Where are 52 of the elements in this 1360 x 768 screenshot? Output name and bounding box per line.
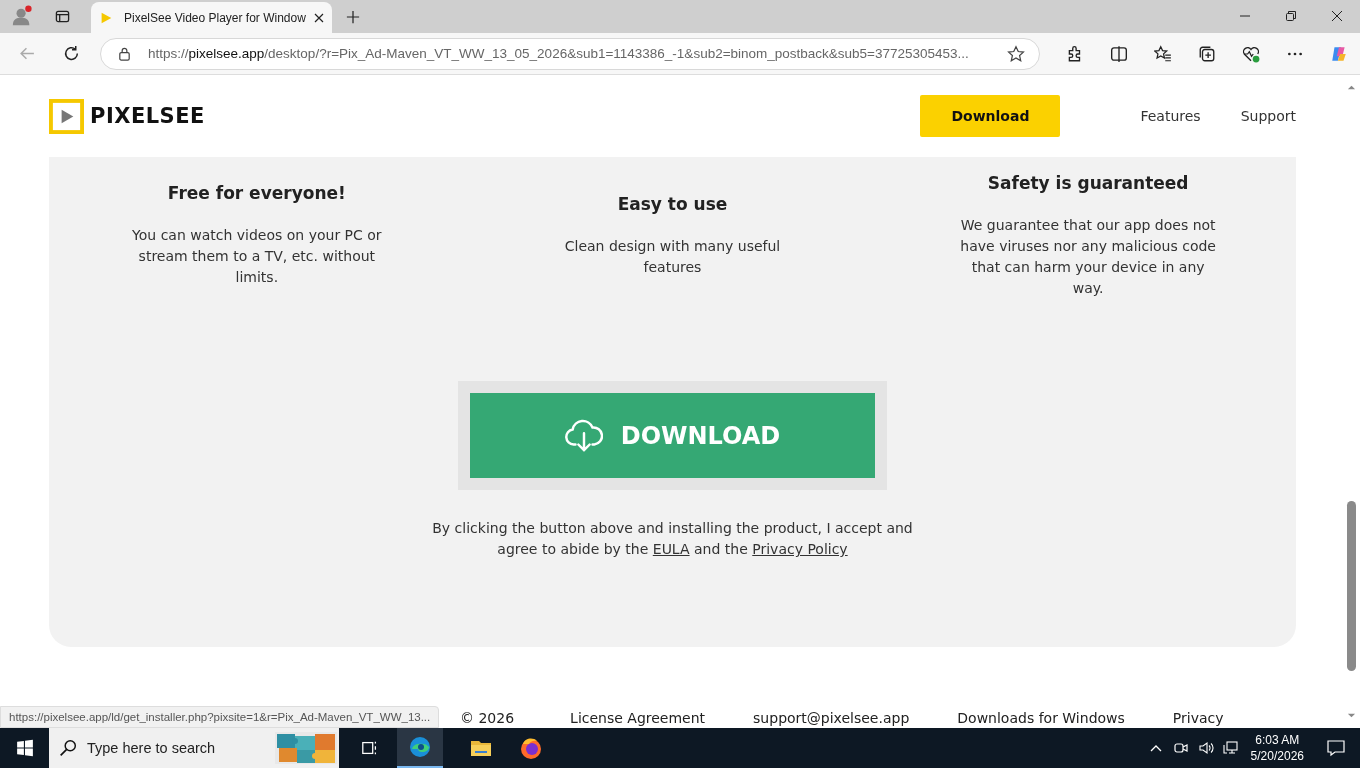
lock-icon[interactable] bbox=[117, 46, 132, 61]
logo-icon bbox=[49, 98, 84, 134]
collections-icon[interactable] bbox=[1198, 44, 1216, 63]
address-field[interactable]: https://pixelsee.app/desktop/?r=Pix_Ad-Maven_VT_WW_13_05_2026&sub1=1143386_-1&sub2=binom_postback&sub5=37725305453... bbox=[100, 37, 1040, 70]
camera-icon[interactable] bbox=[1172, 740, 1189, 756]
volume-icon[interactable] bbox=[1197, 740, 1214, 756]
tab-actions-icon[interactable] bbox=[55, 9, 70, 24]
copilot-icon[interactable] bbox=[1330, 44, 1348, 63]
taskbar-search-field[interactable]: Type here to search bbox=[49, 728, 339, 768]
search-icon bbox=[59, 739, 77, 757]
feature-text: Clean design with many useful features bbox=[563, 237, 782, 277]
logo-text: PIXELSEE bbox=[90, 104, 205, 128]
scroll-down-icon[interactable] bbox=[1347, 711, 1356, 720]
favorites-icon[interactable] bbox=[1154, 44, 1172, 63]
feature-text: We guarantee that our app does not have viruses nor any malicious code that can harm your device in any way. bbox=[959, 216, 1217, 298]
footer-link[interactable]: License Agreement bbox=[570, 710, 706, 726]
download-button[interactable]: Download bbox=[920, 95, 1061, 137]
footer-link[interactable]: Privacy bbox=[1172, 710, 1224, 726]
close-tab-icon[interactable] bbox=[313, 12, 324, 23]
consent-link[interactable]: Privacy Policy bbox=[752, 541, 848, 557]
scroll-up-icon[interactable] bbox=[1347, 83, 1356, 92]
new-tab-icon[interactable] bbox=[345, 10, 360, 24]
favorite-star-icon[interactable] bbox=[1007, 44, 1025, 63]
firefox-icon[interactable] bbox=[519, 736, 543, 760]
edge-browser-icon[interactable] bbox=[408, 735, 432, 759]
browser-tab[interactable]: PixelSee Video Player for Window bbox=[91, 2, 332, 33]
play-icon bbox=[99, 10, 113, 25]
cloud-download-icon bbox=[564, 418, 603, 453]
scrollbar-thumb[interactable] bbox=[1347, 501, 1356, 671]
restore-icon[interactable] bbox=[1285, 10, 1297, 22]
feature-text: You can watch videos on your PC or stream them to a TV, etc. without limits. bbox=[131, 226, 383, 287]
notifications-icon[interactable] bbox=[1326, 738, 1346, 758]
feature-title: Free for everyone! bbox=[167, 183, 346, 203]
health-icon[interactable] bbox=[1242, 44, 1260, 63]
nav-link[interactable]: Features bbox=[1140, 108, 1201, 124]
feature-title: Easy to use bbox=[617, 194, 728, 214]
taskbar-clock[interactable]: 6:03 AM 5/20/2026 bbox=[1250, 732, 1304, 764]
network-icon[interactable] bbox=[1222, 740, 1239, 756]
feature-title: Safety is guaranteed bbox=[987, 173, 1189, 193]
consent-text: By clicking the button above and installing the product, I accept and agree to abide by the EULA and the Privacy Policy bbox=[431, 519, 914, 559]
footer-link[interactable]: support@pixelsee.app bbox=[753, 710, 910, 726]
task-view-icon[interactable] bbox=[361, 739, 379, 757]
footer-link[interactable]: Downloads for Windows bbox=[957, 710, 1125, 726]
consent-link[interactable]: EULA bbox=[652, 541, 690, 557]
profile-icon[interactable] bbox=[11, 5, 33, 27]
link-status-bar: https://pixelsee.app/ld/get_installer.php?pixsite=1&r=Pix_Ad-Maven_VT_WW_13... bbox=[0, 706, 440, 728]
nav-link[interactable]: Support bbox=[1240, 108, 1296, 124]
close-icon[interactable] bbox=[1331, 10, 1343, 22]
copyright-text: © 2026 bbox=[460, 710, 515, 726]
split-screen-icon[interactable] bbox=[1110, 44, 1128, 63]
windows-start-icon[interactable] bbox=[16, 739, 34, 757]
refresh-icon[interactable] bbox=[63, 45, 80, 62]
